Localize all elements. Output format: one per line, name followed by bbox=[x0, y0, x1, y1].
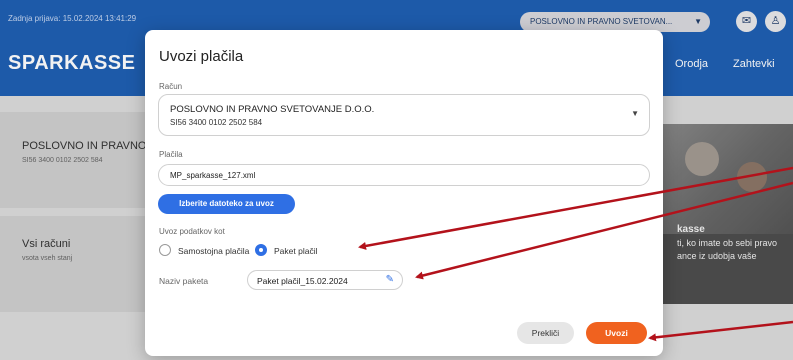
arrow-to-package-name bbox=[415, 181, 793, 280]
annotation-arrows bbox=[358, 166, 793, 342]
arrow-to-package-radio bbox=[358, 166, 793, 250]
arrow-to-import-button bbox=[648, 320, 793, 342]
